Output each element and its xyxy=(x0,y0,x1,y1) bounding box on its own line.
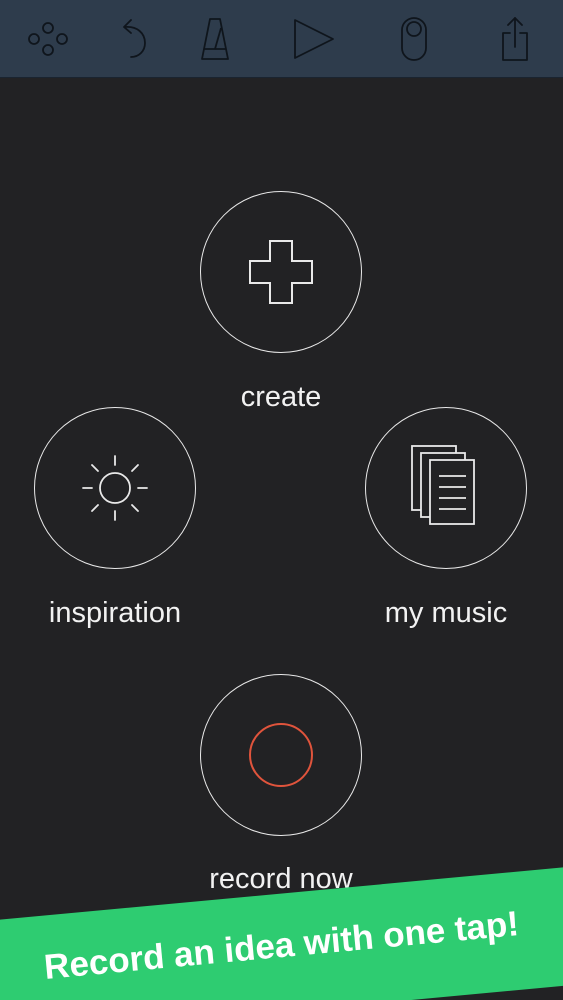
create-button[interactable] xyxy=(200,191,362,353)
dots-icon xyxy=(28,21,68,56)
top-toolbar xyxy=(0,0,563,78)
metronome-icon xyxy=(201,17,229,60)
toggle-icon xyxy=(401,16,427,61)
play-button[interactable] xyxy=(279,0,349,77)
documents-icon xyxy=(411,445,475,525)
my-music-label: my music xyxy=(384,597,508,629)
my-music-button[interactable] xyxy=(365,407,527,569)
undo-icon xyxy=(123,18,146,58)
sun-icon xyxy=(82,455,148,521)
inspiration-button[interactable] xyxy=(34,407,196,569)
undo-button[interactable] xyxy=(98,0,168,77)
toggle-button[interactable] xyxy=(379,0,449,77)
plus-icon xyxy=(249,240,313,304)
share-icon xyxy=(502,16,528,61)
metronome-button[interactable] xyxy=(180,0,250,77)
share-button[interactable] xyxy=(480,0,550,77)
menu-button[interactable] xyxy=(13,0,83,77)
play-icon xyxy=(294,18,334,59)
record-button[interactable] xyxy=(200,674,362,836)
create-label: create xyxy=(240,381,322,413)
record-icon xyxy=(249,723,313,787)
app-screen: create inspiration my music record now R… xyxy=(0,0,563,1000)
inspiration-label: inspiration xyxy=(48,597,182,629)
